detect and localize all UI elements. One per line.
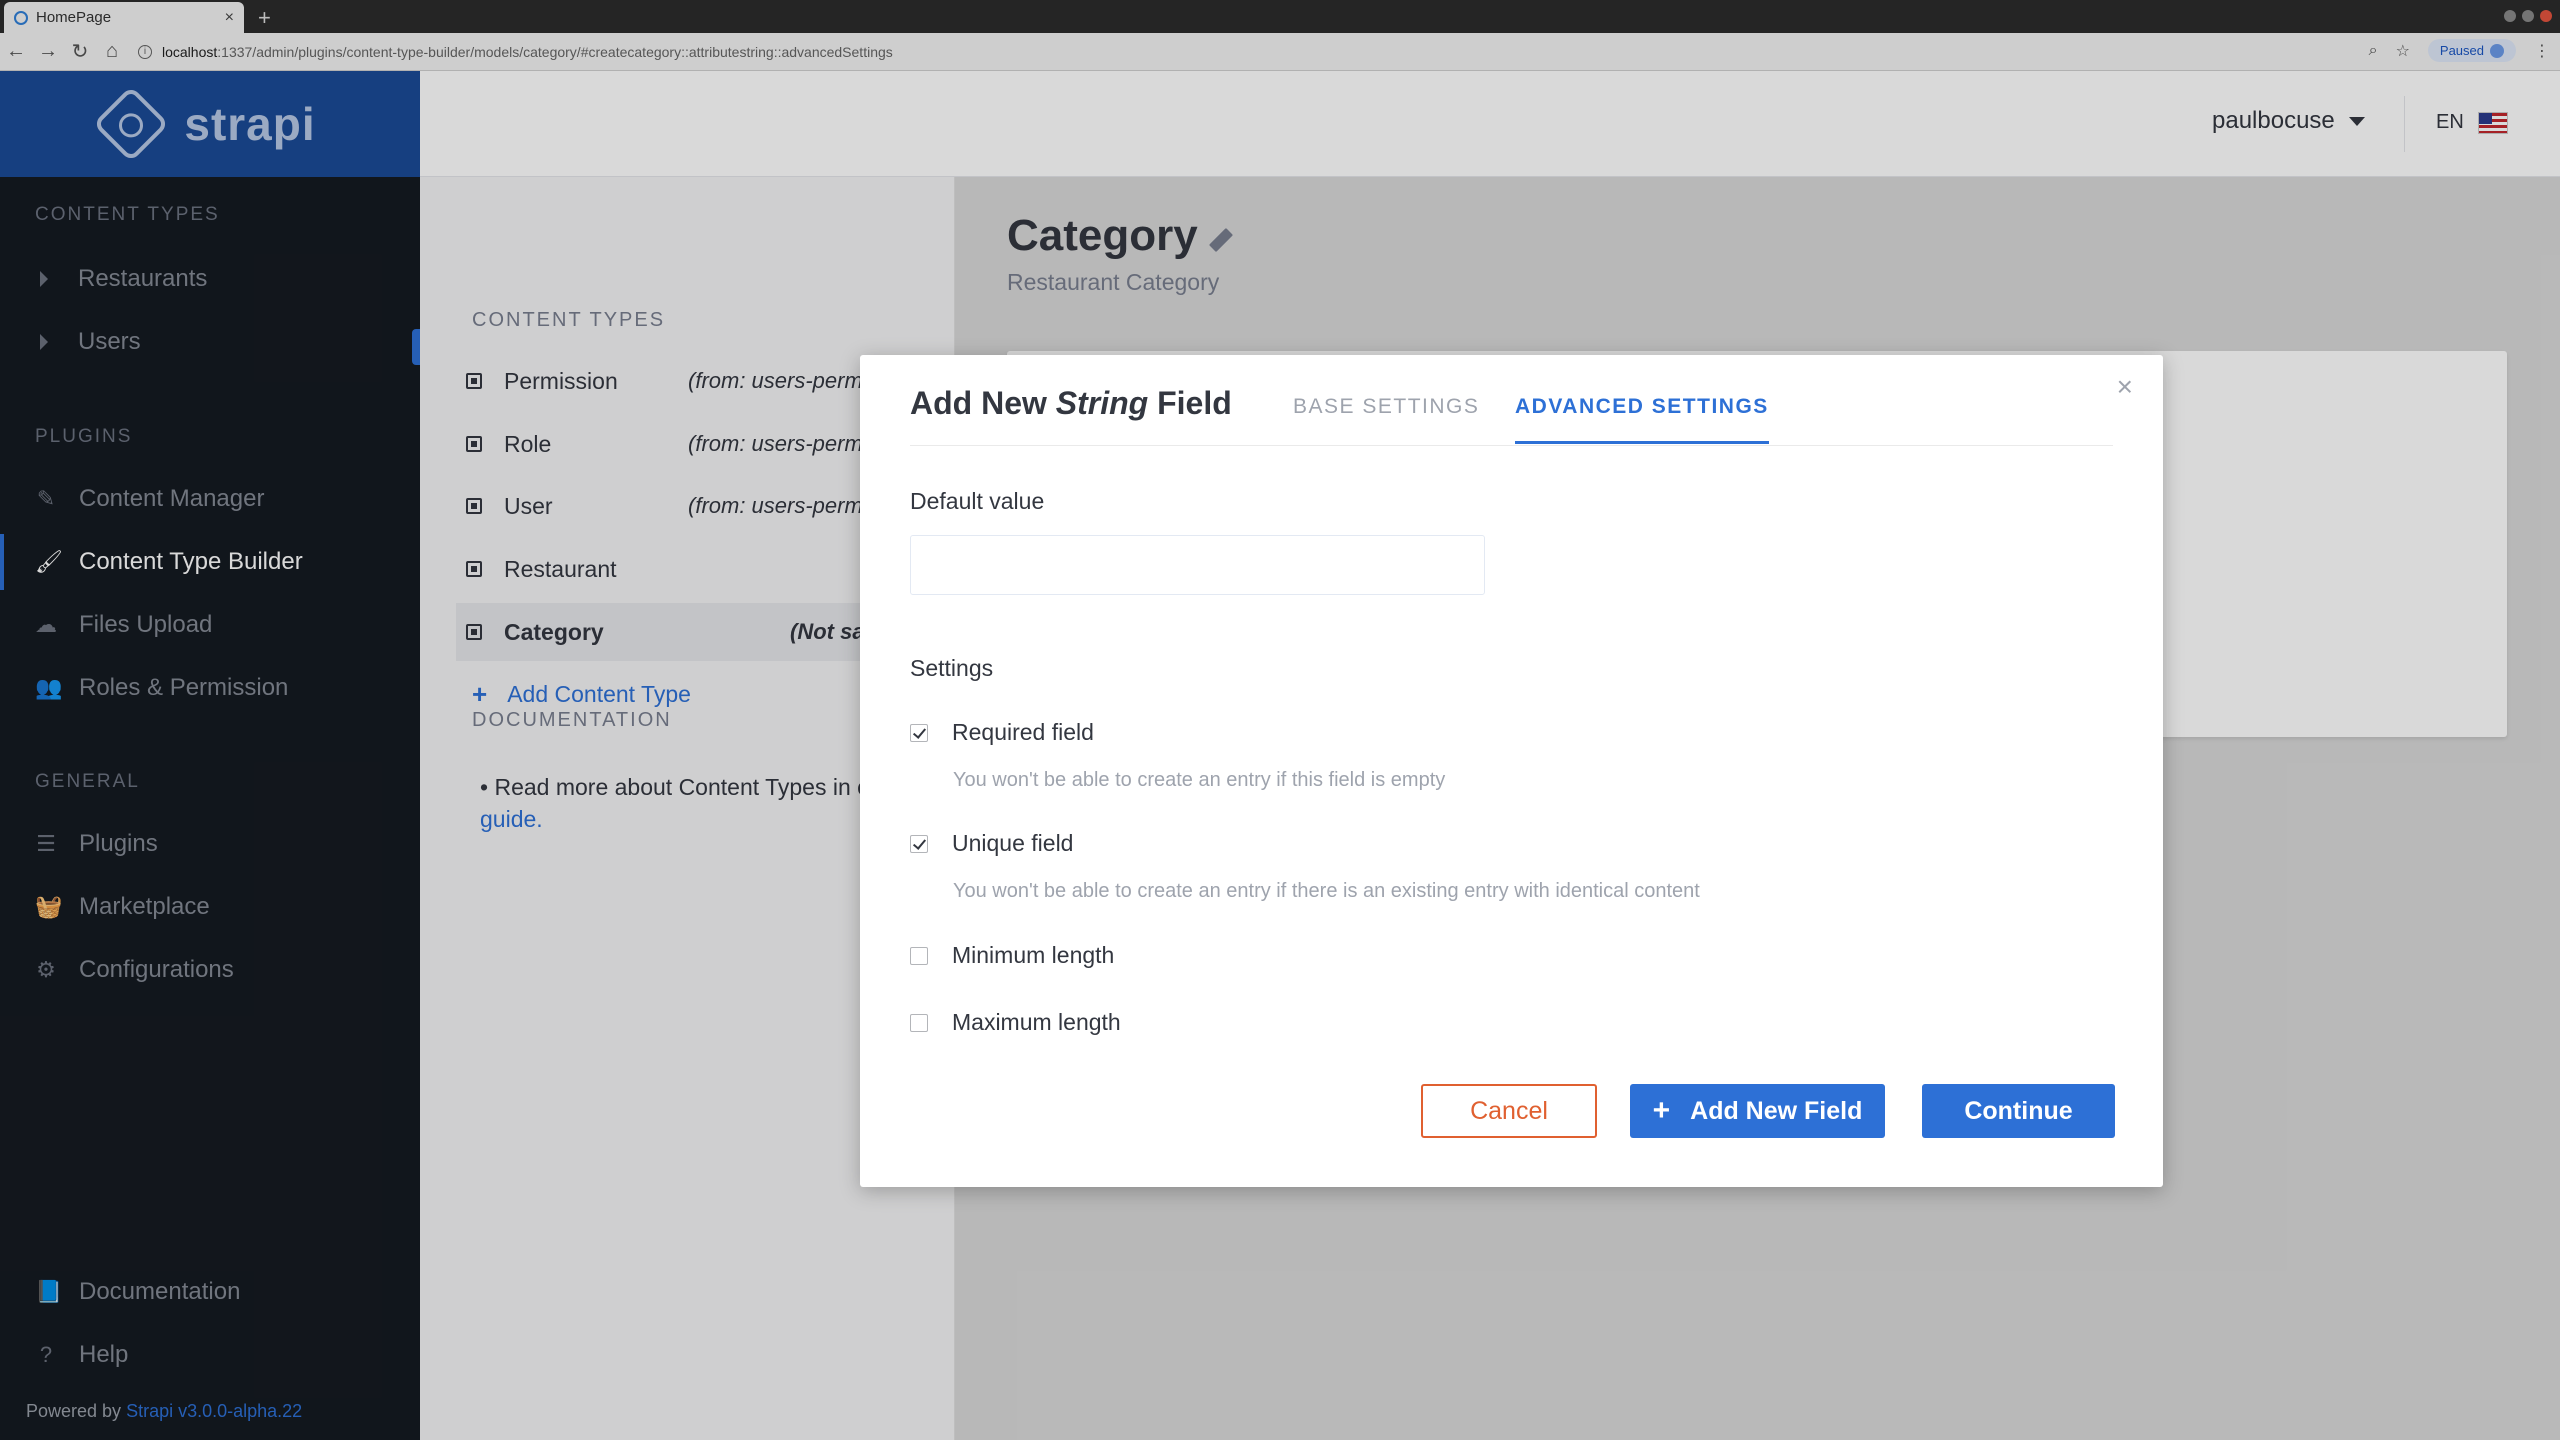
maximum-length-label: Maximum length	[952, 1009, 1121, 1035]
maximum-length-checkbox[interactable]	[910, 1013, 928, 1032]
minimum-length-checkbox[interactable]	[910, 946, 928, 965]
default-value-label: Default value	[910, 488, 1045, 514]
plus-icon: +	[1652, 1094, 1671, 1127]
continue-button[interactable]: Continue	[1922, 1084, 2115, 1138]
unique-description: You won't be able to create an entry if …	[953, 880, 1700, 902]
modal-divider	[910, 445, 2113, 446]
unique-field-option[interactable]: Unique field	[910, 830, 1073, 857]
add-new-field-button[interactable]: + Add New Field	[1630, 1084, 1885, 1138]
required-field-option[interactable]: Required field	[910, 719, 1094, 746]
close-icon[interactable]: ×	[2117, 371, 2133, 403]
modal-title-prefix: Add New	[910, 385, 1047, 421]
required-checkbox[interactable]	[910, 723, 928, 742]
required-description: You won't be able to create an entry if …	[953, 769, 1446, 791]
unique-label: Unique field	[952, 830, 1074, 856]
cancel-button[interactable]: Cancel	[1421, 1084, 1597, 1138]
add-string-field-modal: × Add New String Field BASE SETTINGS ADV…	[860, 355, 2163, 1187]
unique-checkbox[interactable]	[910, 834, 928, 853]
add-new-field-label: Add New Field	[1690, 1096, 1863, 1125]
modal-title-type: String	[1055, 385, 1149, 421]
minimum-length-option[interactable]: Minimum length	[910, 942, 1114, 969]
maximum-length-option[interactable]: Maximum length	[910, 1009, 1121, 1036]
tab-advanced-settings[interactable]: ADVANCED SETTINGS	[1515, 395, 1769, 444]
minimum-length-label: Minimum length	[952, 942, 1115, 968]
settings-label: Settings	[910, 655, 994, 681]
tab-base-settings[interactable]: BASE SETTINGS	[1293, 395, 1479, 419]
modal-title-suffix: Field	[1157, 385, 1232, 421]
default-value-input[interactable]	[910, 535, 1485, 595]
required-label: Required field	[952, 719, 1094, 745]
modal-title: Add New String Field	[910, 385, 1232, 422]
